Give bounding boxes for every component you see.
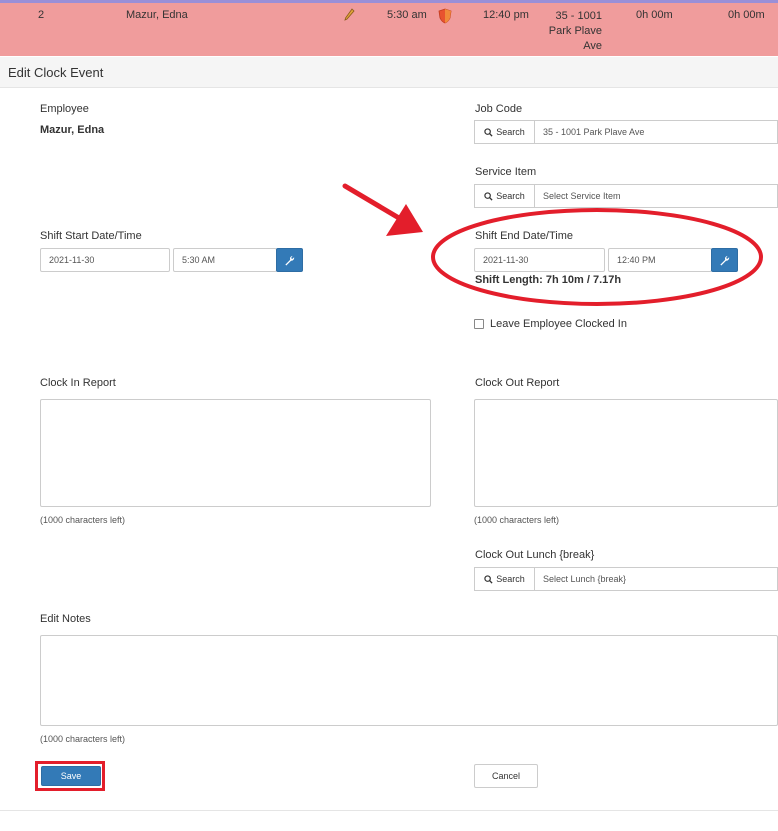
edit-notes-chars-left: (1000 characters left)	[40, 734, 126, 744]
row-job-line3: Ave	[583, 40, 602, 52]
arrow-annotation	[342, 183, 423, 236]
timesheet-row[interactable]: 2 Mazur, Edna 5:30 am 12:40 pm 35 - 1001…	[0, 0, 778, 56]
row-job-line1: 35 - 1001	[555, 10, 602, 22]
shift-end-time-button[interactable]	[711, 248, 738, 272]
clock-out-report-label: Clock Out Report	[475, 377, 560, 389]
employee-value: Mazur, Edna	[40, 124, 105, 136]
clock-in-report-textarea[interactable]	[40, 399, 431, 507]
search-icon	[484, 127, 493, 137]
wrench-icon	[285, 255, 295, 266]
row-job-line2: Park Plave	[548, 25, 602, 37]
shift-start-time-button[interactable]	[276, 248, 303, 272]
shift-length: Shift Length: 7h 10m / 7.17h	[475, 274, 622, 286]
job-code-search-label: Search	[496, 127, 525, 137]
shift-end-time-input[interactable]: 12:40 PM	[608, 248, 712, 272]
row-hours-1: 0h 00m	[636, 9, 673, 21]
job-code-value[interactable]: 35 - 1001 Park Plave Ave	[535, 121, 644, 143]
clock-out-report-chars-left: (1000 characters left)	[474, 515, 560, 525]
clock-out-lunch-label: Clock Out Lunch {break}	[475, 549, 595, 561]
leave-clocked-in-label: Leave Employee Clocked In	[490, 318, 627, 330]
edit-notes-textarea[interactable]	[40, 635, 778, 726]
row-hours-2: 0h 00m	[728, 9, 765, 21]
shift-start-time-input[interactable]: 5:30 AM	[173, 248, 277, 272]
clock-in-report-label: Clock In Report	[40, 377, 116, 389]
service-item-placeholder[interactable]: Select Service Item	[535, 185, 621, 207]
row-job-code: 35 - 1001 Park Plave Ave	[540, 9, 602, 54]
edit-notes-label: Edit Notes	[40, 613, 91, 625]
clock-out-lunch-search-label: Search	[496, 574, 525, 584]
leave-clocked-in-checkbox[interactable]	[474, 319, 484, 329]
job-code-label: Job Code	[475, 103, 523, 115]
clock-out-lunch-lookup[interactable]: Search Select Lunch {break}	[474, 567, 778, 591]
cancel-button[interactable]: Cancel	[474, 764, 538, 788]
clock-in-report-chars-left: (1000 characters left)	[40, 515, 126, 525]
shield-icon	[438, 8, 452, 27]
employee-label: Employee	[40, 103, 89, 115]
search-icon	[484, 191, 493, 201]
modal-title: Edit Clock Event	[8, 65, 104, 80]
row-employee-name: Mazur, Edna	[126, 9, 188, 21]
shift-end-date-input[interactable]: 2021-11-30	[474, 248, 605, 272]
shift-end-label: Shift End Date/Time	[475, 230, 574, 242]
search-icon	[484, 574, 493, 584]
service-item-lookup[interactable]: Search Select Service Item	[474, 184, 778, 208]
row-clock-out: 12:40 pm	[483, 9, 529, 21]
modal-header: Edit Clock Event	[0, 57, 778, 88]
modal-footer-divider	[0, 810, 778, 811]
row-number: 2	[38, 9, 45, 21]
shift-start-label: Shift Start Date/Time	[40, 230, 142, 242]
service-item-search-label: Search	[496, 191, 525, 201]
service-item-search-button[interactable]: Search	[475, 185, 535, 207]
shift-start-date-input[interactable]: 2021-11-30	[40, 248, 170, 272]
wrench-icon	[720, 255, 730, 266]
clock-out-lunch-placeholder[interactable]: Select Lunch {break}	[535, 568, 626, 590]
save-button[interactable]: Save	[41, 766, 101, 786]
pencil-icon[interactable]	[343, 8, 355, 25]
job-code-lookup[interactable]: Search 35 - 1001 Park Plave Ave	[474, 120, 778, 144]
clock-out-lunch-search-button[interactable]: Search	[475, 568, 535, 590]
job-code-search-button[interactable]: Search	[475, 121, 535, 143]
row-clock-in: 5:30 am	[387, 9, 427, 21]
clock-out-report-textarea[interactable]	[474, 399, 778, 507]
service-item-label: Service Item	[475, 166, 537, 178]
